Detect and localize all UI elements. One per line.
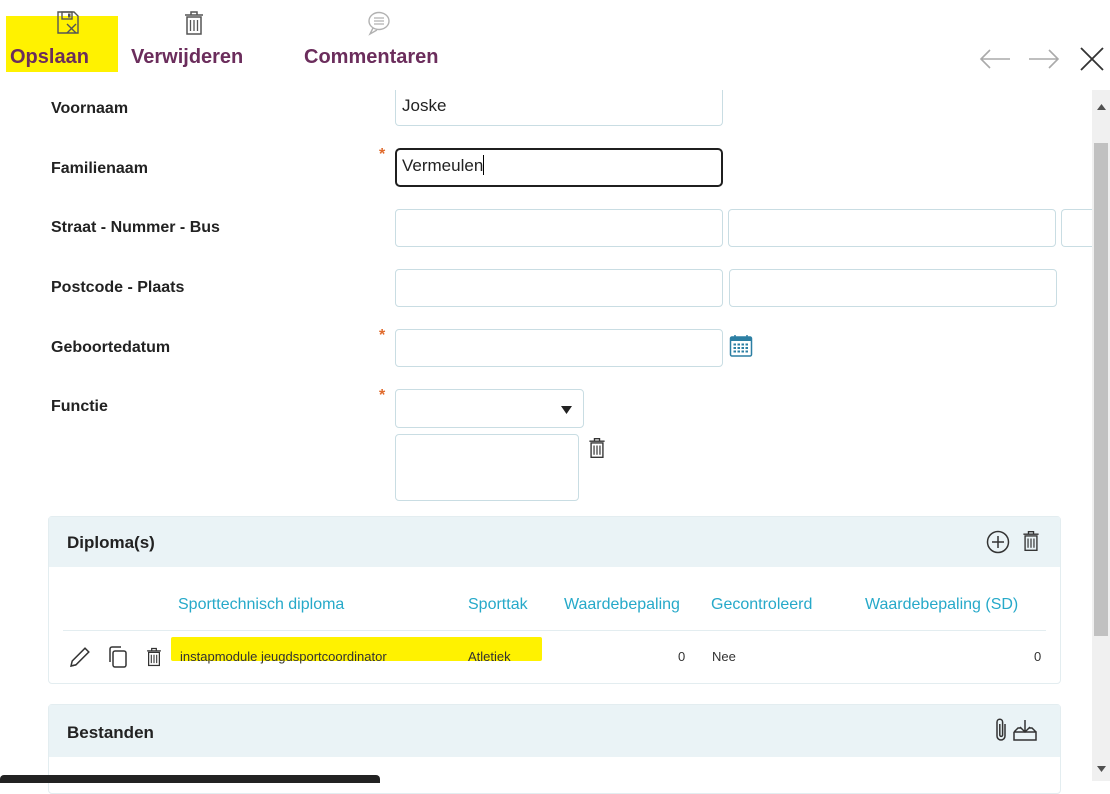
text-caret bbox=[483, 155, 485, 175]
familienaam-value: Vermeulen bbox=[402, 156, 484, 175]
postcode-label: Postcode - Plaats bbox=[51, 279, 185, 296]
trash-icon bbox=[185, 11, 203, 35]
table-divider bbox=[63, 630, 1046, 631]
voornaam-field[interactable]: Joske bbox=[395, 90, 723, 126]
cell-sporttak: Atletiek bbox=[468, 649, 511, 664]
save-icon bbox=[57, 11, 79, 34]
pencil-icon[interactable] bbox=[68, 645, 92, 669]
col-waardebepaling[interactable]: Waardebepaling bbox=[564, 596, 680, 614]
trash-icon[interactable] bbox=[144, 645, 164, 669]
familienaam-label: Familienaam bbox=[51, 160, 148, 177]
scroll-up-icon[interactable] bbox=[1097, 104, 1106, 110]
trash-icon[interactable] bbox=[1020, 528, 1042, 554]
chevron-down-icon bbox=[561, 406, 572, 414]
col-waardebepaling-sd[interactable]: Waardebepaling (SD) bbox=[865, 596, 1018, 614]
voornaam-label: Voornaam bbox=[51, 100, 129, 117]
add-circle-icon[interactable] bbox=[986, 530, 1010, 554]
cell-gecontroleerd: Nee bbox=[712, 649, 736, 664]
comment-icon bbox=[368, 11, 390, 36]
postcode-field[interactable] bbox=[395, 269, 723, 307]
delete-label: Verwijderen bbox=[131, 46, 244, 68]
functie-label: Functie bbox=[51, 398, 108, 415]
diplomas-header: Diploma(s) bbox=[49, 517, 1060, 567]
bestanden-title: Bestanden bbox=[67, 723, 154, 742]
save-label: Opslaan bbox=[10, 46, 89, 68]
download-tray-icon[interactable] bbox=[1012, 718, 1038, 742]
scrollbar-thumb[interactable] bbox=[1094, 143, 1108, 636]
functie-textarea[interactable] bbox=[395, 434, 579, 501]
functie-required: * bbox=[379, 387, 386, 404]
geboortedatum-label: Geboortedatum bbox=[51, 339, 171, 356]
nummer-field[interactable] bbox=[728, 209, 1056, 247]
straat-field[interactable] bbox=[395, 209, 723, 247]
arrow-left-icon[interactable] bbox=[978, 44, 1012, 74]
bottom-bar bbox=[0, 775, 380, 783]
familienaam-field[interactable]: Vermeulen bbox=[395, 148, 723, 187]
straat-label: Straat - Nummer - Bus bbox=[51, 219, 220, 236]
col-sporttechnisch-diploma[interactable]: Sporttechnisch diploma bbox=[178, 596, 344, 614]
cell-waardebepaling-sd: 0 bbox=[1034, 649, 1042, 664]
comments-label: Commentaren bbox=[304, 46, 439, 68]
arrow-right-icon[interactable] bbox=[1027, 44, 1061, 74]
cell-diploma: instapmodule jeugdsportcoordinator bbox=[180, 649, 387, 664]
calendar-icon[interactable] bbox=[729, 334, 753, 358]
familienaam-required: * bbox=[379, 146, 386, 163]
trash-icon[interactable] bbox=[586, 435, 608, 461]
geboortedatum-field[interactable] bbox=[395, 329, 723, 367]
cell-waardebepaling: 0 bbox=[678, 649, 686, 664]
scroll-down-icon[interactable] bbox=[1097, 766, 1106, 772]
functie-select[interactable] bbox=[395, 389, 584, 428]
geboortedatum-required: * bbox=[379, 327, 386, 344]
copy-icon[interactable] bbox=[107, 645, 129, 669]
close-icon[interactable] bbox=[1077, 44, 1107, 74]
paperclip-icon[interactable] bbox=[994, 717, 1010, 743]
col-gecontroleerd[interactable]: Gecontroleerd bbox=[711, 596, 812, 614]
bestanden-header: Bestanden bbox=[49, 705, 1060, 757]
plaats-field[interactable] bbox=[729, 269, 1057, 307]
col-sporttak[interactable]: Sporttak bbox=[468, 596, 528, 614]
diplomas-title: Diploma(s) bbox=[67, 533, 155, 552]
